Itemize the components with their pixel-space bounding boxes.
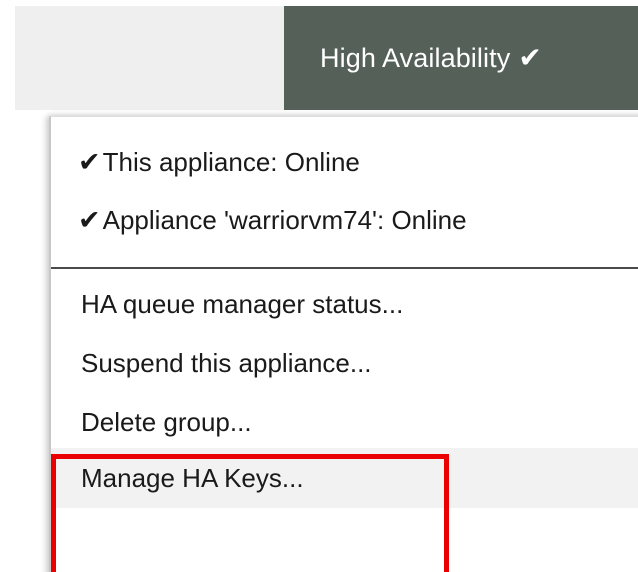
check-icon: ✔ bbox=[78, 205, 101, 235]
status-this-appliance: ✔ This appliance: Online bbox=[78, 147, 360, 178]
menu-item-ha-queue-manager-status[interactable]: HA queue manager status... bbox=[51, 274, 638, 334]
check-icon: ✔ bbox=[518, 42, 542, 73]
status-peer-appliance: ✔ Appliance 'warriorvm74': Online bbox=[78, 205, 467, 236]
menu-item-label: HA queue manager status... bbox=[81, 288, 404, 319]
menu-item-delete-group[interactable]: Delete group... bbox=[51, 392, 638, 452]
high-availability-button[interactable]: High Availability ✔ bbox=[284, 6, 638, 110]
high-availability-label: High Availability bbox=[320, 42, 511, 73]
check-icon: ✔ bbox=[78, 147, 101, 177]
menu-item-label: Manage HA Keys... bbox=[81, 462, 304, 493]
page: High Availability ✔ ✔ This appliance: On… bbox=[0, 0, 638, 572]
menu-divider bbox=[51, 267, 638, 269]
high-availability-menu: ✔ This appliance: Online ✔ Appliance 'wa… bbox=[49, 116, 638, 572]
menu-item-label: Suspend this appliance... bbox=[81, 347, 372, 378]
status-this-appliance-label: This appliance: Online bbox=[102, 147, 360, 177]
menu-item-manage-ha-keys[interactable]: Manage HA Keys... bbox=[51, 448, 638, 508]
menu-item-label: Delete group... bbox=[81, 406, 252, 437]
status-peer-appliance-label: Appliance 'warriorvm74': Online bbox=[102, 205, 467, 235]
menu-item-suspend-appliance[interactable]: Suspend this appliance... bbox=[51, 333, 638, 393]
